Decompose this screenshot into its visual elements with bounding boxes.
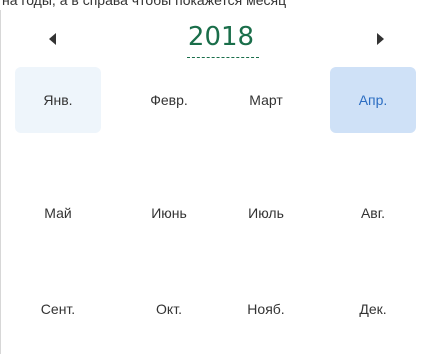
month-oct[interactable]: Окт. [126, 276, 212, 342]
month-apr[interactable]: Апр. [330, 67, 416, 133]
month-picker: 2018 Янв. Февр. Март Апр. Май Июнь Июль … [0, 10, 422, 354]
context-text: на годы, а в справа чтобы покажется меся… [2, 0, 287, 8]
month-mar[interactable]: Март [223, 67, 309, 133]
chevron-right-icon [376, 33, 384, 45]
chevron-left-icon [48, 33, 56, 45]
clipped-context-text: на годы, а в справа чтобы покажется меся… [0, 0, 422, 10]
month-jul[interactable]: Июль [223, 180, 309, 246]
prev-year-button[interactable] [37, 24, 67, 54]
month-nov[interactable]: Нояб. [223, 276, 309, 342]
month-aug[interactable]: Авг. [330, 180, 416, 246]
year-underline [187, 57, 259, 58]
month-jan[interactable]: Янв. [15, 67, 101, 133]
month-jun[interactable]: Июнь [126, 180, 212, 246]
month-sep[interactable]: Сент. [15, 276, 101, 342]
month-feb[interactable]: Февр. [126, 67, 212, 133]
next-year-button[interactable] [365, 24, 395, 54]
year-label[interactable]: 2018 [181, 20, 261, 54]
month-may[interactable]: Май [15, 180, 101, 246]
month-dec[interactable]: Дек. [330, 276, 416, 342]
